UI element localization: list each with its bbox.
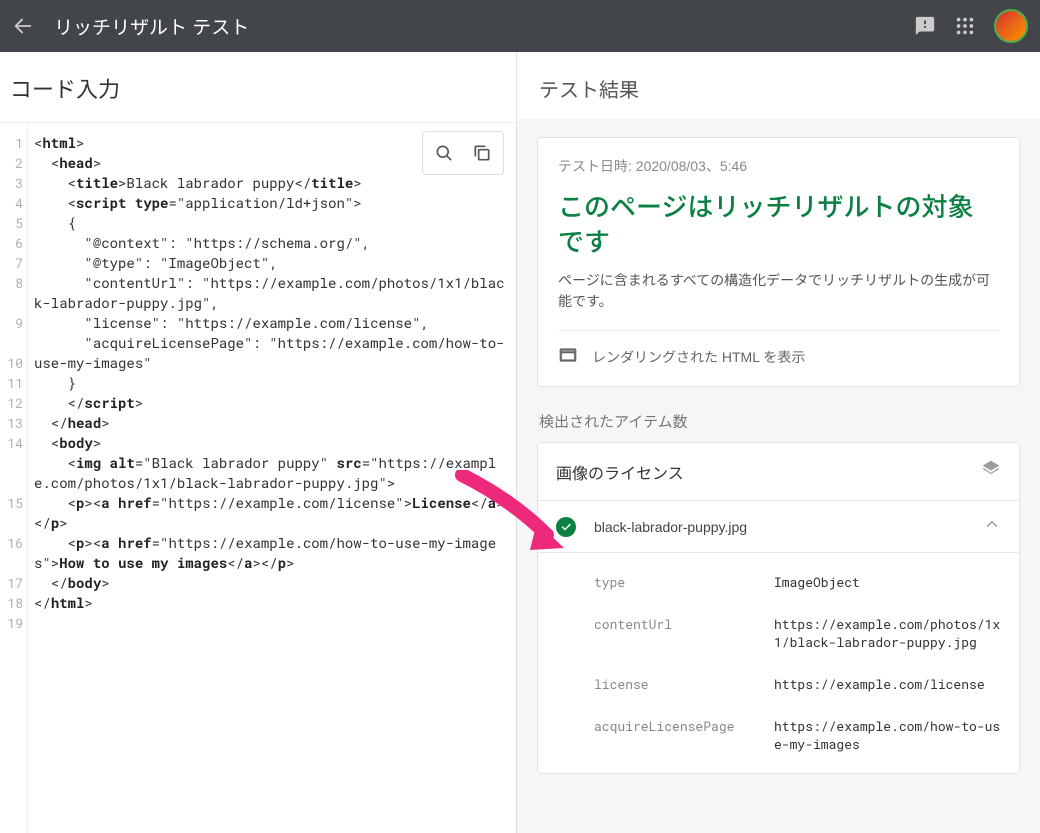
view-rendered-html-label: レンダリングされた HTML を表示 <box>592 347 805 367</box>
line-gutter: 1 2 3 4 5 6 7 8 9 10 11 12 13 14 15 16 1… <box>0 123 28 833</box>
prop-row: contentUrl https://example.com/photos/1x… <box>538 603 1019 663</box>
header-right <box>914 9 1028 43</box>
code-text[interactable]: <html> <head> <title>Black labrador pupp… <box>28 123 516 833</box>
detected-items-label: 検出されたアイテム数 <box>539 411 1018 432</box>
search-icon[interactable] <box>429 138 459 168</box>
test-timestamp: テスト日時: 2020/08/03、5:46 <box>558 156 999 176</box>
result-summary-card: テスト日時: 2020/08/03、5:46 このページはリッチリザルトの対象で… <box>537 137 1020 387</box>
check-icon <box>556 517 576 537</box>
prop-row: type ImageObject <box>538 561 1019 603</box>
item-file-name: black-labrador-puppy.jpg <box>594 519 983 535</box>
right-panel-title: テスト結果 <box>517 52 1040 119</box>
prop-row: license https://example.com/license <box>538 663 1019 705</box>
view-rendered-html-button[interactable]: レンダリングされた HTML を表示 <box>558 330 999 368</box>
stack-icon <box>981 459 1001 484</box>
left-panel-title: コード入力 <box>0 52 516 123</box>
eligible-description: ページに含まれるすべての構造化データでリッチリザルトの生成が可能です。 <box>558 270 999 312</box>
feedback-icon[interactable] <box>914 15 936 37</box>
header-left: リッチリザルト テスト <box>12 13 249 40</box>
item-header[interactable]: 画像のライセンス <box>538 443 1019 501</box>
properties-table: type ImageObject contentUrl https://exam… <box>538 553 1019 773</box>
page-title: リッチリザルト テスト <box>54 13 249 40</box>
right-panel: テスト結果 テスト日時: 2020/08/03、5:46 このページはリッチリザ… <box>517 52 1040 833</box>
left-panel: コード入力 1 2 3 4 5 6 7 8 9 10 1 <box>0 52 517 833</box>
webpage-icon <box>558 345 578 368</box>
detected-item-card: 画像のライセンス black-labrador-puppy.jpg type I… <box>537 442 1020 774</box>
chevron-up-icon <box>983 515 1001 538</box>
code-toolbar <box>422 131 504 175</box>
prop-row: acquireLicensePage https://example.com/h… <box>538 705 1019 765</box>
item-file-row[interactable]: black-labrador-puppy.jpg <box>538 501 1019 553</box>
copy-icon[interactable] <box>467 138 497 168</box>
code-editor[interactable]: 1 2 3 4 5 6 7 8 9 10 11 12 13 14 15 16 1… <box>0 123 516 833</box>
item-title: 画像のライセンス <box>556 460 684 484</box>
avatar[interactable] <box>994 9 1028 43</box>
app-header: リッチリザルト テスト <box>0 0 1040 52</box>
back-arrow-icon[interactable] <box>12 15 34 37</box>
eligible-heading: このページはリッチリザルトの対象です <box>558 190 999 260</box>
apps-grid-icon[interactable] <box>954 15 976 37</box>
